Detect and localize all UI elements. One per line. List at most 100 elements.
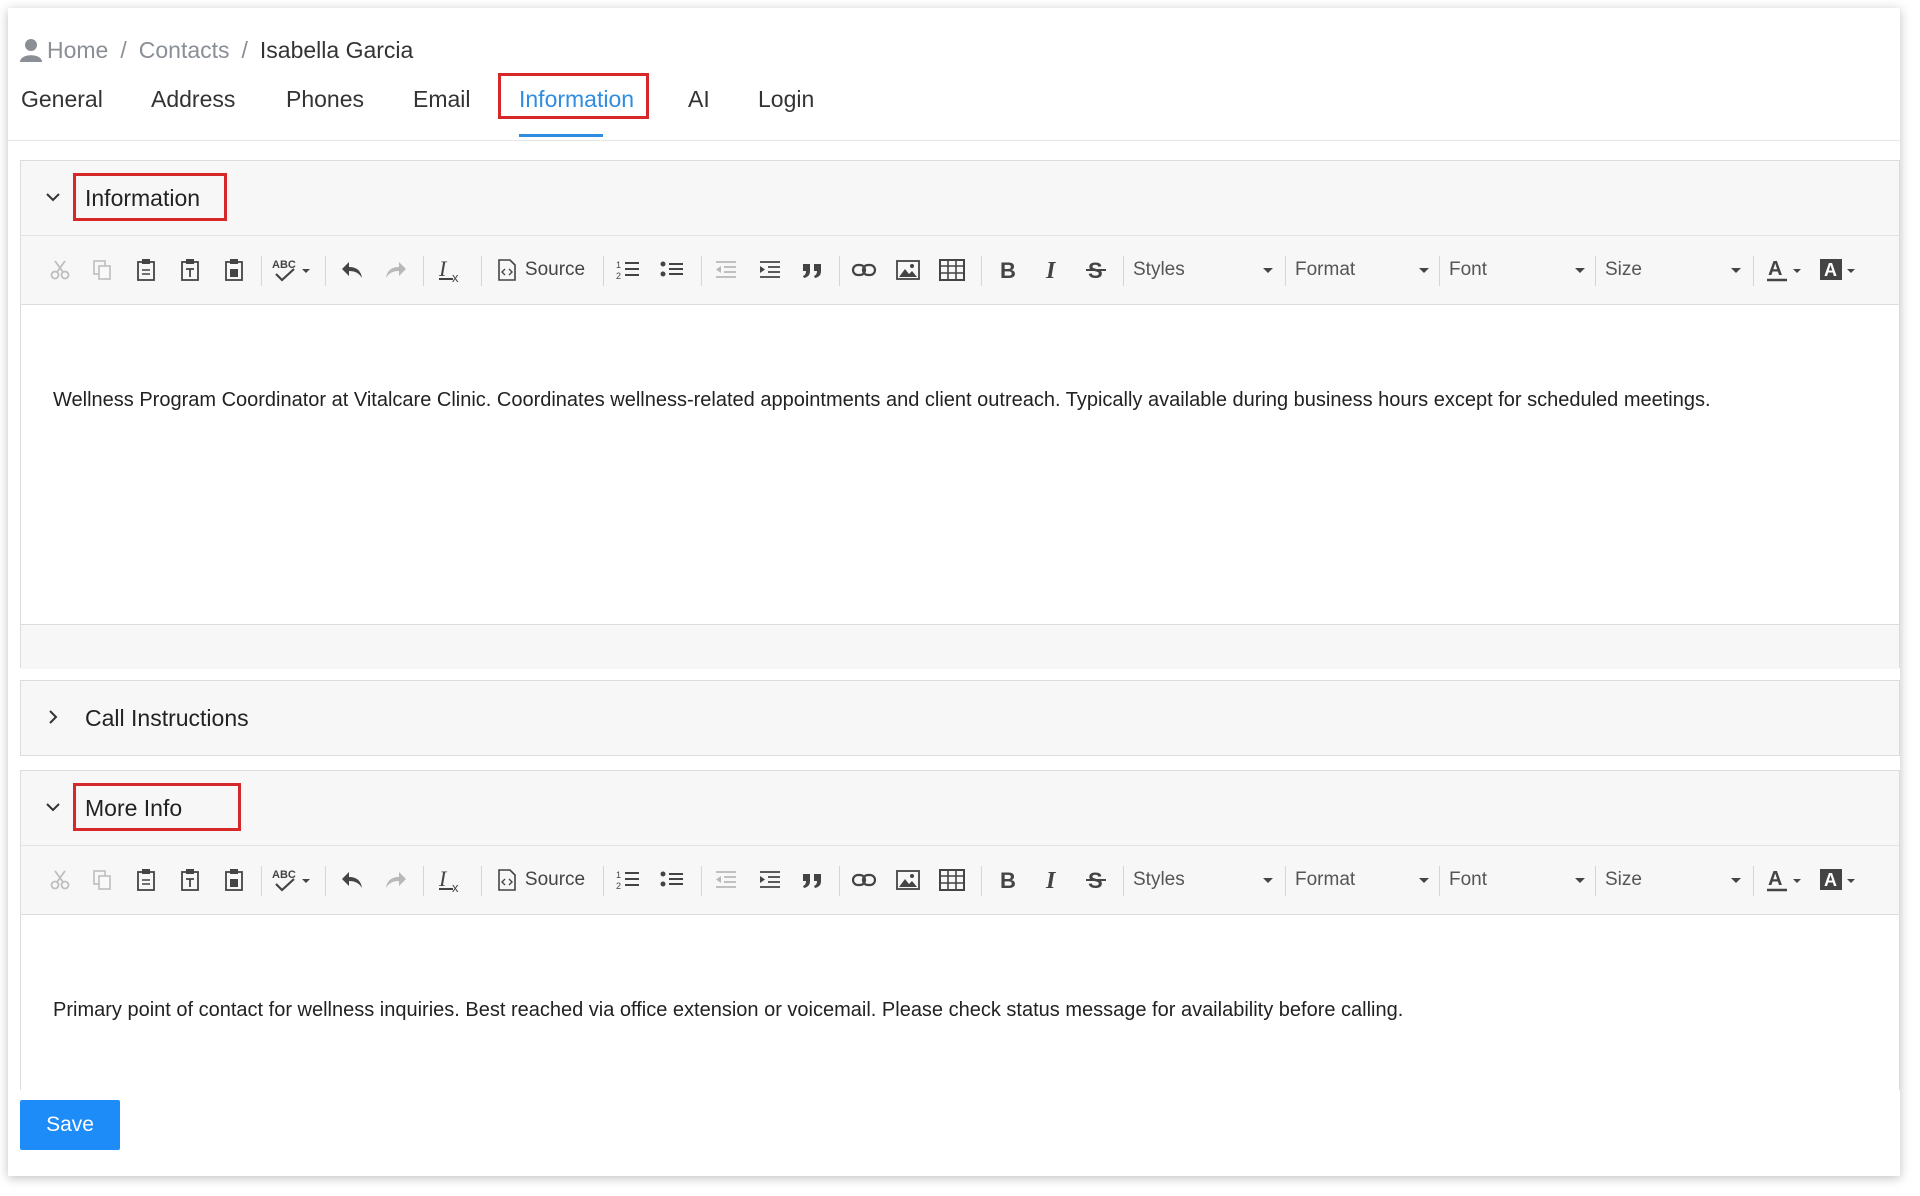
text-color-icon[interactable]: A bbox=[1763, 866, 1807, 894]
editor-toolbar: ABC Ix Source 12 B I S Styles Format Fon… bbox=[21, 846, 1899, 915]
format-dropdown[interactable]: Format bbox=[1295, 864, 1429, 896]
paste-icon[interactable] bbox=[131, 866, 161, 894]
size-dropdown[interactable]: Size bbox=[1605, 864, 1741, 896]
information-editor[interactable]: Wellness Program Coordinator at Vitalcar… bbox=[21, 305, 1899, 624]
source-button[interactable]: Source bbox=[491, 256, 591, 284]
source-icon bbox=[498, 869, 516, 891]
format-dropdown[interactable]: Format bbox=[1295, 254, 1429, 286]
svg-text:1: 1 bbox=[616, 870, 621, 880]
svg-text:A: A bbox=[1824, 260, 1837, 280]
remove-format-icon[interactable]: Ix bbox=[433, 256, 469, 284]
italic-icon[interactable]: I bbox=[1037, 256, 1067, 284]
styles-dropdown[interactable]: Styles bbox=[1133, 864, 1273, 896]
styles-dropdown[interactable]: Styles bbox=[1133, 254, 1273, 286]
remove-format-icon[interactable]: Ix bbox=[433, 866, 469, 894]
outdent-icon[interactable] bbox=[711, 256, 741, 284]
spellcheck-icon[interactable]: ABC bbox=[271, 866, 315, 894]
numbered-list-icon[interactable]: 12 bbox=[613, 256, 643, 284]
table-icon[interactable] bbox=[937, 866, 967, 894]
redo-icon[interactable] bbox=[381, 256, 411, 284]
bold-icon[interactable]: B bbox=[993, 866, 1023, 894]
tab-phones[interactable]: Phones bbox=[286, 86, 364, 113]
paste-text-icon[interactable] bbox=[175, 866, 205, 894]
call-instructions-panel-header[interactable]: Call Instructions bbox=[21, 681, 1899, 755]
italic-icon[interactable]: I bbox=[1037, 866, 1067, 894]
save-button[interactable]: Save bbox=[20, 1100, 120, 1150]
caret-down-icon bbox=[1575, 268, 1585, 273]
more-info-editor-text: Primary point of contact for wellness in… bbox=[53, 999, 1404, 1021]
breadcrumb-current: Isabella Garcia bbox=[259, 36, 414, 63]
tab-bar: General Address Phones Email Information… bbox=[8, 78, 1900, 141]
copy-icon[interactable] bbox=[87, 866, 117, 894]
font-dropdown[interactable]: Font bbox=[1449, 254, 1585, 286]
tab-highlight-box bbox=[498, 73, 649, 119]
svg-text:1: 1 bbox=[616, 260, 621, 270]
undo-icon[interactable] bbox=[337, 256, 367, 284]
editor-status-bar bbox=[21, 624, 1899, 669]
bold-icon[interactable]: B bbox=[993, 256, 1023, 284]
breadcrumb-home[interactable]: Home bbox=[47, 37, 108, 64]
caret-down-icon bbox=[1731, 268, 1741, 273]
chevron-down-icon bbox=[46, 803, 60, 812]
format-label: Format bbox=[1295, 869, 1356, 890]
cut-icon[interactable] bbox=[45, 866, 75, 894]
styles-label: Styles bbox=[1133, 869, 1185, 890]
tab-email[interactable]: Email bbox=[413, 86, 471, 113]
call-instructions-panel: Call Instructions bbox=[20, 680, 1900, 756]
table-icon[interactable] bbox=[937, 256, 967, 284]
text-color-icon[interactable]: A bbox=[1763, 256, 1807, 284]
title-highlight-box bbox=[73, 173, 227, 221]
copy-icon[interactable] bbox=[87, 256, 117, 284]
svg-text:I: I bbox=[1045, 868, 1057, 892]
contact-edit-window: Home / Contacts / Isabella Garcia Genera… bbox=[8, 8, 1900, 1176]
blockquote-icon[interactable] bbox=[797, 256, 827, 284]
paste-text-icon[interactable] bbox=[175, 256, 205, 284]
link-icon[interactable] bbox=[849, 866, 879, 894]
indent-icon[interactable] bbox=[755, 256, 785, 284]
breadcrumb: Home / Contacts / Isabella Garcia bbox=[20, 32, 413, 68]
tab-address[interactable]: Address bbox=[151, 86, 235, 113]
tab-login[interactable]: Login bbox=[758, 86, 814, 113]
size-dropdown[interactable]: Size bbox=[1605, 254, 1741, 286]
information-panel-header[interactable]: Information bbox=[21, 161, 1899, 236]
image-icon[interactable] bbox=[893, 256, 923, 284]
more-info-panel-header[interactable]: More Info bbox=[21, 771, 1899, 846]
svg-text:I: I bbox=[1045, 258, 1057, 282]
strikethrough-icon[interactable]: S bbox=[1081, 256, 1111, 284]
svg-text:2: 2 bbox=[616, 881, 621, 891]
svg-text:x: x bbox=[452, 270, 459, 283]
svg-text:A: A bbox=[1824, 870, 1837, 890]
format-label: Format bbox=[1295, 259, 1356, 280]
cut-icon[interactable] bbox=[45, 256, 75, 284]
undo-icon[interactable] bbox=[337, 866, 367, 894]
spellcheck-icon[interactable]: ABC bbox=[271, 256, 315, 284]
source-button[interactable]: Source bbox=[491, 866, 591, 894]
background-color-icon[interactable]: A bbox=[1817, 256, 1861, 284]
font-label: Font bbox=[1449, 869, 1488, 890]
bulleted-list-icon[interactable] bbox=[657, 256, 687, 284]
caret-down-icon bbox=[1731, 878, 1741, 883]
strikethrough-icon[interactable]: S bbox=[1081, 866, 1111, 894]
indent-icon[interactable] bbox=[755, 866, 785, 894]
paste-word-icon[interactable] bbox=[219, 256, 249, 284]
more-info-panel: More Info ABC I x Source 1 2 B I S Style… bbox=[20, 770, 1900, 1091]
blockquote-icon[interactable] bbox=[797, 866, 827, 894]
outdent-icon[interactable] bbox=[711, 866, 741, 894]
bulleted-list-icon[interactable] bbox=[657, 866, 687, 894]
breadcrumb-contacts[interactable]: Contacts bbox=[139, 37, 230, 64]
paste-word-icon[interactable] bbox=[219, 866, 249, 894]
svg-text:B: B bbox=[1000, 258, 1016, 282]
chevron-down-icon bbox=[46, 193, 60, 202]
numbered-list-icon[interactable]: 12 bbox=[613, 866, 643, 894]
background-color-icon[interactable]: A bbox=[1817, 866, 1861, 894]
paste-icon[interactable] bbox=[131, 256, 161, 284]
styles-label: Styles bbox=[1133, 259, 1185, 280]
tab-general[interactable]: General bbox=[21, 86, 103, 113]
tab-ai[interactable]: AI bbox=[688, 86, 710, 113]
font-dropdown[interactable]: Font bbox=[1449, 864, 1585, 896]
redo-icon[interactable] bbox=[381, 866, 411, 894]
link-icon[interactable] bbox=[849, 256, 879, 284]
image-icon[interactable] bbox=[893, 866, 923, 894]
more-info-editor[interactable]: Primary point of contact for wellness in… bbox=[21, 915, 1899, 1091]
svg-text:A: A bbox=[1768, 868, 1782, 890]
